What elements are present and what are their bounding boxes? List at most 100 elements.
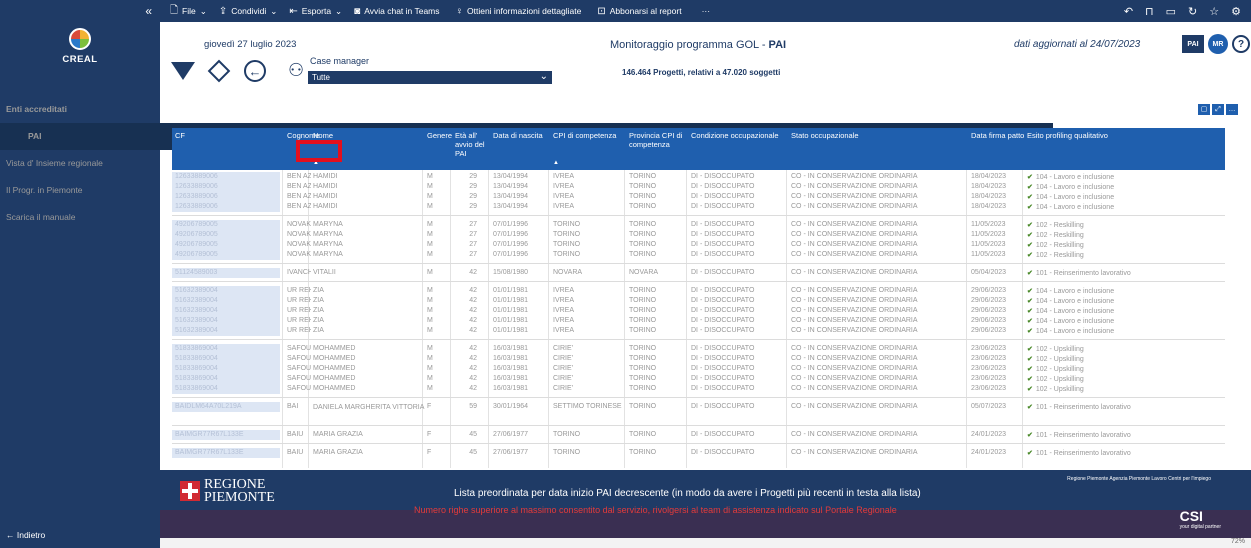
table-row[interactable]: 51833869004 SAFOUHMOHAMMED M 42 16/03/1981 CI… (172, 374, 1225, 384)
column-header[interactable]: Stato occupazionale (791, 131, 969, 140)
more-options-icon[interactable]: … (1226, 104, 1238, 115)
zoom-level[interactable]: 72% (1231, 538, 1245, 545)
cell-cpi: IVREA (553, 183, 575, 190)
toolbar-item-3[interactable]: ◙ Avvia chat in Teams (354, 3, 443, 20)
table-row[interactable]: 12633889006 BEN AZIZAHAMIDI M 29 13/04/1994 I… (172, 172, 1225, 182)
sort-note: Lista preordinata per data inizio PAI de… (454, 488, 921, 499)
clear-filters-eraser-icon[interactable] (206, 58, 232, 84)
table-row[interactable]: 12633889006 BEN AZIZAHAMIDI M 29 13/04/1994 I… (172, 192, 1225, 202)
case-manager-icon: ⚇ (288, 60, 305, 80)
avatar[interactable]: MR (1208, 34, 1228, 54)
cell-prov: TORINO (629, 231, 657, 238)
column-header[interactable]: Condizione occupazionale (691, 131, 789, 140)
toolbar-item-2[interactable]: ⇤ Esporta ⌄ (289, 3, 342, 20)
cell-eta: 29 (469, 183, 477, 190)
cell-eta: 29 (469, 173, 477, 180)
cell-genere: M (427, 251, 433, 258)
collapse-nav-button[interactable]: « (0, 4, 170, 18)
cell-firma: 29/06/2023 (971, 307, 1007, 314)
visual-header-icons: ▢ ⤢ … (1198, 104, 1238, 115)
cell-eta: 27 (469, 221, 477, 228)
column-header[interactable]: CPI di competenza (553, 131, 627, 140)
checkmark-icon: ✔ (1027, 450, 1033, 457)
cell-eta: 42 (469, 385, 477, 392)
cell-firma: 29/06/2023 (971, 327, 1007, 334)
help-icon[interactable]: ? (1232, 35, 1250, 53)
table-row[interactable]: 12633889006 BEN AZIZAHAMIDI M 29 13/04/1994 I… (172, 182, 1225, 192)
cell-stato: CO - IN CONSERVAZIONE ORDINARIA (791, 203, 918, 210)
table-row[interactable]: BAIMGR77R67L133E BAIU MARIA GRAZIA F 45 27/06… (172, 448, 1225, 458)
table-row[interactable]: 51833869004 SAFOUHMOHAMMED M 42 16/03/1981 CI… (172, 344, 1225, 354)
creal-logo: CREAL (55, 28, 105, 65)
toolbar-item-0[interactable]: 🗋 File ⌄ (170, 3, 207, 20)
toolbar-item-6[interactable]: ··· (698, 3, 715, 20)
table-row[interactable]: 51833869004 SAFOUHMOHAMMED M 42 16/03/1981 CI… (172, 384, 1225, 394)
table-row[interactable]: 51833869004 SAFOUHMOHAMMED M 42 16/03/1981 CI… (172, 354, 1225, 364)
sort-cpi-icon[interactable]: ▲ (553, 160, 559, 166)
settings-icon[interactable]: ⚙ (1231, 5, 1241, 18)
cell-stato: CO - IN CONSERVAZIONE ORDINARIA (791, 449, 918, 456)
undo-icon[interactable]: ↶ (1124, 5, 1133, 18)
cell-stato: CO - IN CONSERVAZIONE ORDINARIA (791, 221, 918, 228)
table-row[interactable]: 51632389004 UR REHMANZIA M 42 01/01/1981 IVRE… (172, 326, 1225, 336)
back-arrow-icon[interactable]: ← (242, 58, 268, 84)
column-header[interactable]: CF (175, 131, 283, 140)
toolbar-item-1[interactable]: ⇪ Condividi ⌄ (219, 3, 277, 20)
cell-nascita: 13/04/1994 (493, 193, 529, 200)
row-limit-warning: Numero righe superiore al massimo consen… (414, 505, 897, 515)
cell-cognome: UR REHMAN (287, 297, 311, 304)
checkmark-icon: ✔ (1027, 232, 1033, 239)
table-row[interactable]: 51632389004 UR REHMANZIA M 42 01/01/1981 IVRE… (172, 306, 1225, 316)
table-row[interactable]: 51632389004 UR REHMANZIA M 42 01/01/1981 IVRE… (172, 316, 1225, 326)
pin-icon[interactable]: ▢ (1198, 104, 1210, 115)
cell-firma: 05/04/2023 (971, 269, 1007, 276)
refresh-icon[interactable]: ↻ (1188, 5, 1197, 18)
table-row[interactable]: 49206789005 NOVAK MARYNA M 27 07/01/1996 TORIN… (172, 240, 1225, 250)
filter-funnel-icon[interactable] (170, 58, 196, 84)
table-row[interactable]: 49206789005 NOVAK MARYNA M 27 07/01/1996 TORIN… (172, 230, 1225, 240)
cell-cond: DI - DISOCCUPATO (691, 431, 755, 438)
back-button[interactable]: ← Indietro (6, 530, 45, 540)
table-row[interactable]: 12633889006 BEN AZIZAHAMIDI M 29 13/04/1994 I… (172, 202, 1225, 212)
table-row[interactable]: 51124589003 IVANCHUKVITALII M 42 15/08/1980 N… (172, 268, 1225, 278)
checkmark-icon: ✔ (1027, 288, 1033, 295)
favorite-icon[interactable]: ☆ (1209, 5, 1219, 18)
cell-nascita: 30/01/1964 (493, 403, 529, 410)
cell-cpi: CIRIE' (553, 375, 574, 382)
table-row[interactable]: 49206789005 NOVAK MARYNA M 27 07/01/1996 TORIN… (172, 220, 1225, 230)
view-icon[interactable]: ▭ (1166, 5, 1176, 18)
table-row[interactable]: 49206789005 NOVAK MARYNA M 27 07/01/1996 TORIN… (172, 250, 1225, 260)
table-row[interactable]: BAIMGR77R67L133E BAIU MARIA GRAZIA F 45 27/06… (172, 430, 1225, 440)
table-row[interactable]: 51632389004 UR REHMANZIA M 42 01/01/1981 IVRE… (172, 286, 1225, 296)
cell-firma: 23/06/2023 (971, 385, 1007, 392)
table-row[interactable]: 51833869004 SAFOUHMOHAMMED M 42 16/03/1981 CI… (172, 364, 1225, 374)
group-separator (172, 397, 1225, 398)
column-header[interactable]: Data di nascita (493, 131, 551, 140)
cell-stato: CO - IN CONSERVAZIONE ORDINARIA (791, 327, 918, 334)
column-header[interactable]: Data firma patto (971, 131, 1025, 140)
toolbar-item-5[interactable]: ⊡ Abbonarsi al report (597, 3, 685, 20)
cell-nascita: 07/01/1996 (493, 251, 529, 258)
toolbar-item-4[interactable]: ♀ Ottieni informazioni dettagliate (456, 3, 586, 20)
table-row[interactable]: BAIDLM64A70L219A BAI DANIELA MARGHERITA VI… (172, 402, 1225, 422)
column-header[interactable]: Genere (427, 131, 453, 140)
group-separator (172, 443, 1225, 444)
cell-genere: F (427, 403, 432, 410)
cell-esito: ✔ 102 - Upskilling (1027, 386, 1084, 393)
cell-cpi: TORINO (553, 449, 581, 456)
column-header[interactable]: Cognome (287, 131, 320, 140)
column-header[interactable]: Provincia CPI di competenza (629, 131, 689, 149)
data-updated-label: dati aggiornati al 24/07/2023 (1014, 39, 1141, 50)
cell-firma: 18/04/2023 (971, 193, 1007, 200)
table-row[interactable]: 51632389004 UR REHMANZIA M 42 01/01/1981 IVRE… (172, 296, 1225, 306)
cell-cond: DI - DISOCCUPATO (691, 231, 755, 238)
column-header[interactable]: Età all' avvio del PAI (455, 131, 491, 158)
pai-icon[interactable]: PAI (1182, 35, 1204, 53)
cell-cognome: NOVAK (287, 251, 311, 258)
cell-cf: 12633889006 (172, 182, 280, 192)
focus-mode-icon[interactable]: ⤢ (1212, 104, 1224, 115)
case-manager-dropdown[interactable]: Tutte ⌄ (308, 71, 552, 84)
column-header[interactable]: Esito profiling qualitativo (1027, 131, 1225, 140)
column-header[interactable]: Nome (313, 131, 425, 140)
bookmark-icon[interactable]: ⊓ (1145, 5, 1154, 18)
